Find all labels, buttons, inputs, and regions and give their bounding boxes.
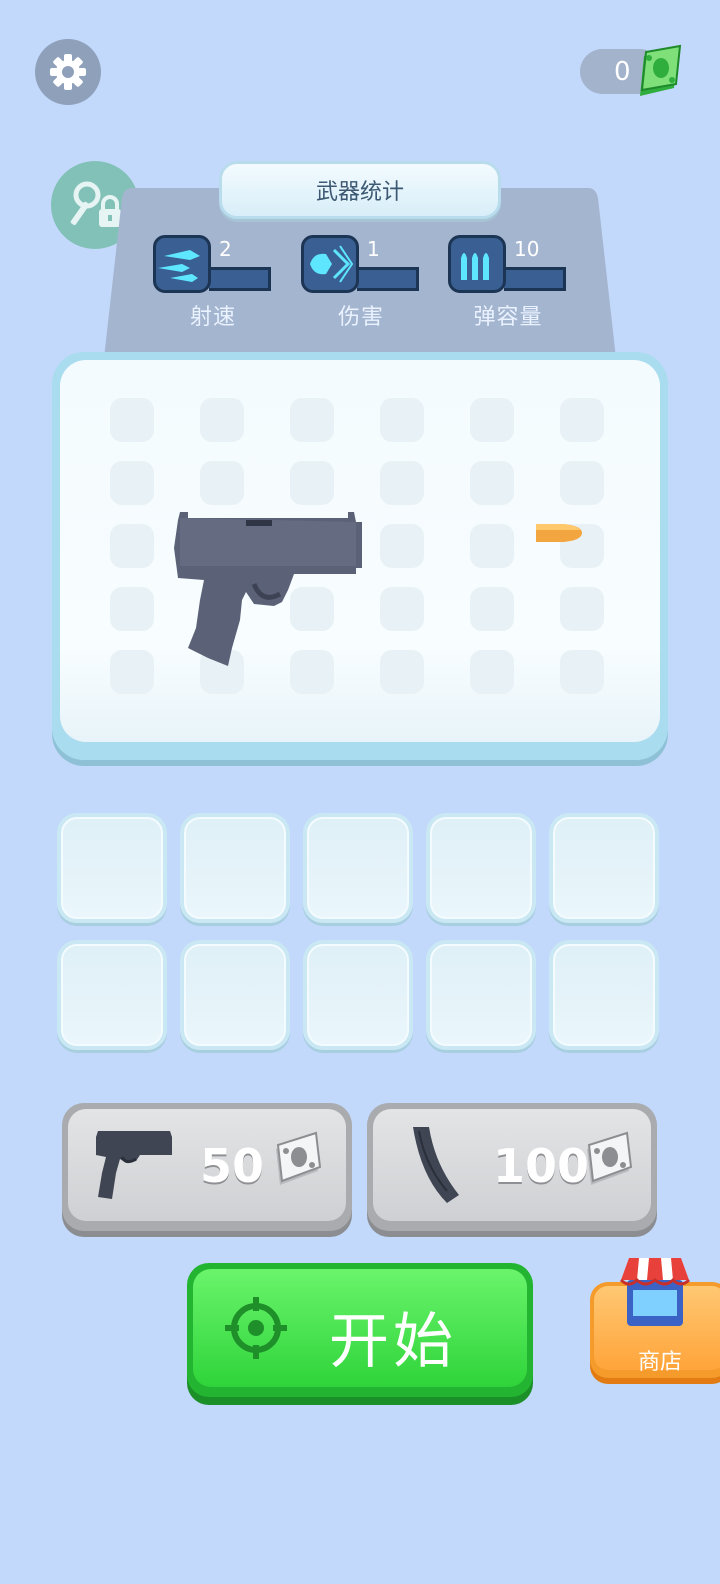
display-surface <box>60 360 660 742</box>
peg <box>110 650 154 694</box>
peg <box>470 461 514 505</box>
inventory-slot[interactable] <box>303 813 413 923</box>
stat-bar <box>209 267 271 291</box>
peg <box>380 461 424 505</box>
cash-stack-icon <box>587 1131 633 1185</box>
ammo-capacity-icon <box>461 253 489 280</box>
cash-amount: 0 <box>614 56 631 87</box>
peg <box>380 650 424 694</box>
peg <box>380 587 424 631</box>
inventory-slot[interactable] <box>180 940 290 1050</box>
stat-bar <box>357 267 419 291</box>
inventory-slot[interactable] <box>180 813 290 923</box>
inventory-slot[interactable] <box>549 940 659 1050</box>
peg <box>470 650 514 694</box>
inventory-slot[interactable] <box>426 940 536 1050</box>
peg <box>290 461 334 505</box>
shop-icon <box>619 1258 691 1326</box>
bullet-icon <box>536 524 582 542</box>
peg <box>470 398 514 442</box>
peg <box>380 524 424 568</box>
magazine-icon <box>413 1127 459 1203</box>
peg <box>560 587 604 631</box>
pistol-icon <box>96 1131 172 1199</box>
peg <box>200 398 244 442</box>
stat-bar <box>504 267 566 291</box>
peg <box>380 398 424 442</box>
buy-pistol-button[interactable]: 50 <box>62 1103 352 1231</box>
inventory-slot[interactable] <box>57 813 167 923</box>
peg <box>110 524 154 568</box>
stat-label: 弹容量 <box>473 305 543 330</box>
start-button-face: 开始 <box>193 1269 527 1387</box>
peg <box>560 650 604 694</box>
buy-button-face: 100 <box>373 1109 651 1221</box>
stats-title-text: 武器统计 <box>315 180 404 205</box>
stat-icon-frame <box>448 235 506 293</box>
crosshair-icon <box>225 1297 287 1359</box>
stat-fire-rate: 2 射速 <box>153 235 273 335</box>
peg <box>560 398 604 442</box>
buy-price: 100 <box>493 1139 590 1193</box>
stat-ammo-capacity: 10 弹容量 <box>448 235 568 335</box>
gear-icon <box>50 54 86 90</box>
start-button[interactable]: 开始 <box>187 1263 533 1397</box>
peg <box>290 398 334 442</box>
peg <box>470 524 514 568</box>
stat-value: 10 <box>514 237 540 261</box>
stat-value: 2 <box>219 237 232 261</box>
stat-damage: 1 伤害 <box>301 235 421 335</box>
shop-label: 商店 <box>638 1350 683 1375</box>
stats-title: 武器统计 <box>219 161 501 219</box>
stat-label: 射速 <box>189 305 236 330</box>
inventory-slot[interactable] <box>426 813 536 923</box>
start-label: 开始 <box>329 1307 457 1377</box>
damage-icon <box>310 245 354 283</box>
stat-icon-frame <box>301 235 359 293</box>
peg <box>470 587 514 631</box>
cash-stack-icon <box>640 44 682 96</box>
peg <box>110 398 154 442</box>
inventory-slot[interactable] <box>57 940 167 1050</box>
stat-value: 1 <box>367 237 380 261</box>
peg <box>110 461 154 505</box>
settings-button[interactable] <box>35 39 101 105</box>
inventory-slot[interactable] <box>303 940 413 1050</box>
inventory-slot[interactable] <box>549 813 659 923</box>
stat-icon-frame <box>153 235 211 293</box>
buy-button-face: 50 <box>68 1109 346 1221</box>
peg <box>110 587 154 631</box>
buy-price: 50 <box>200 1139 265 1193</box>
buy-magazine-button[interactable]: 100 <box>367 1103 657 1231</box>
peg <box>560 461 604 505</box>
weapon-display-board <box>52 352 668 760</box>
stat-label: 伤害 <box>337 305 384 330</box>
cash-stack-icon <box>276 1131 322 1185</box>
peg <box>200 461 244 505</box>
pistol-model-icon <box>174 512 362 666</box>
fire-rate-icon <box>158 250 200 282</box>
